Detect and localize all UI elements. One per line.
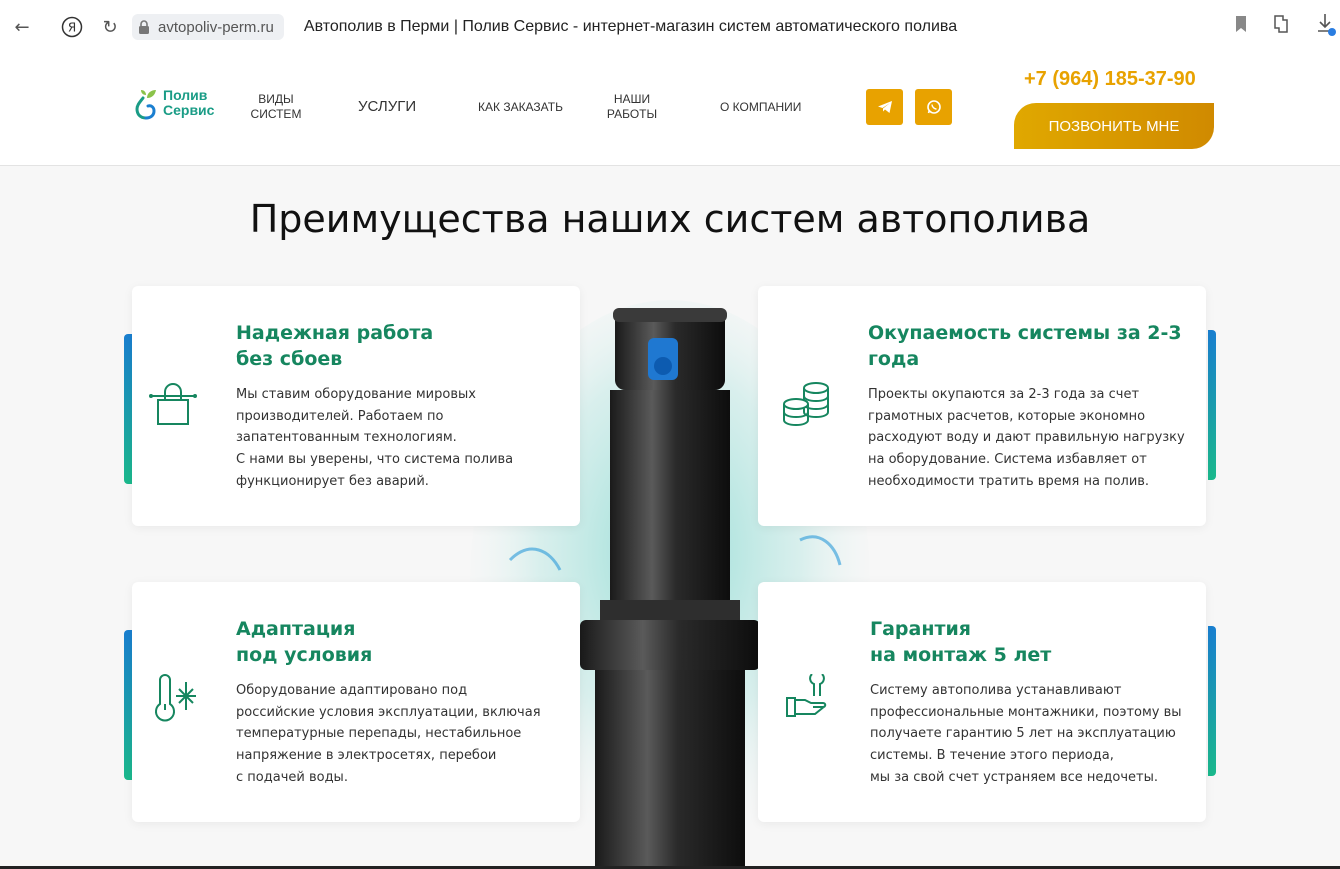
logo-line1: Полив: [163, 87, 208, 103]
back-arrow-icon[interactable]: ←: [8, 13, 36, 41]
lock-icon: [139, 20, 149, 34]
logo-drop-icon: [135, 90, 156, 120]
page-title: Автополив в Перми | Полив Сервис - интер…: [303, 18, 958, 35]
card-title: Надежная работа без сбоев: [236, 322, 434, 370]
coins-icon: [783, 382, 829, 427]
telegram-button[interactable]: [866, 89, 903, 125]
url-text: avtopoliv-perm.ru: [158, 18, 274, 36]
section-title: Преимущества наших систем автополива: [249, 197, 1091, 241]
call-me-button[interactable]: ПОЗВОНИТЬ МНЕ: [1014, 103, 1214, 149]
advantage-card: Окупаемость системы за 2-3 года Проекты …: [758, 286, 1206, 526]
nav-about[interactable]: О КОМПАНИИ: [720, 100, 801, 115]
card-text: Проекты окупаются за 2-3 года за счет гр…: [868, 387, 1185, 489]
yandex-icon[interactable]: Я: [58, 13, 86, 41]
phone-number[interactable]: +7 (964) 185-37-90: [1024, 68, 1196, 91]
logo[interactable]: Полив Сервис: [133, 84, 214, 122]
browser-toolbar: ← Я ↻ avtopoliv-perm.ru Автополив в Перм…: [0, 0, 1340, 54]
card-text: Систему автополива устанавливают професс…: [870, 683, 1182, 785]
advantage-card: Надежная работа без сбоев Мы ставим обор…: [132, 286, 580, 526]
nav-our-works[interactable]: НАШИ РАБОТЫ: [604, 92, 660, 122]
extensions-icon[interactable]: [1270, 13, 1292, 35]
nav-how-to-order[interactable]: КАК ЗАКАЗАТЬ: [478, 100, 563, 115]
card-title: Окупаемость системы за 2-3 года: [868, 322, 1182, 370]
svg-text:Я: Я: [68, 21, 76, 35]
site-header: Полив Сервис ВИДЫ СИСТЕМ УСЛУГИ КАК ЗАКА…: [0, 54, 1340, 166]
whatsapp-icon: [926, 100, 941, 114]
hand-wrench-icon: [786, 674, 827, 717]
telegram-icon: [877, 101, 892, 113]
card-edge-accent: [1208, 330, 1216, 480]
browser-actions: [1234, 12, 1340, 36]
advantage-card: Гарантия на монтаж 5 лет Систему автопол…: [758, 582, 1206, 822]
bookmark-icon[interactable]: [1234, 15, 1248, 33]
whatsapp-button[interactable]: [915, 89, 952, 125]
logo-line2: Сервис: [163, 102, 215, 118]
lock-icon: [149, 383, 197, 425]
card-text: Мы ставим оборудование мировых производи…: [236, 387, 514, 489]
card-title: Гарантия на монтаж 5 лет: [870, 618, 1052, 666]
download-icon[interactable]: [1314, 12, 1336, 36]
advantage-card: Адаптация под условия Оборудование адапт…: [132, 582, 580, 822]
card-title: Адаптация под условия: [236, 618, 373, 666]
card-text: Оборудование адаптировано под российские…: [236, 683, 541, 785]
address-bar[interactable]: avtopoliv-perm.ru: [132, 14, 284, 40]
thermometer-snowflake-icon: [155, 674, 196, 722]
card-edge-accent: [1208, 626, 1216, 776]
card-edge-accent: [124, 630, 132, 780]
card-edge-accent: [124, 334, 132, 484]
nav-systems[interactable]: ВИДЫ СИСТЕМ: [248, 92, 304, 122]
reload-icon[interactable]: ↻: [96, 13, 124, 41]
nav-services[interactable]: УСЛУГИ: [358, 99, 416, 114]
